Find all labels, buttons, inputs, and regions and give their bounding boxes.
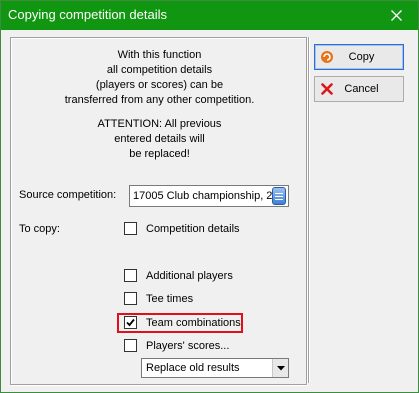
checkbox[interactable] xyxy=(124,339,137,352)
intro-line: With this function xyxy=(117,49,202,61)
dialog-client: With this function all competition detai… xyxy=(9,33,412,386)
window-title: Copying competition details xyxy=(8,7,167,22)
source-competition-value[interactable]: 17005 Club championship, 25. xyxy=(130,190,272,202)
option-tee-times[interactable]: Tee times xyxy=(124,292,193,305)
warning-text: ATTENTION: All previous entered details … xyxy=(11,117,308,162)
copy-swirl-icon xyxy=(320,50,334,64)
dialog-window: Copying competition details With this fu… xyxy=(0,0,419,393)
options-panel: With this function all competition detai… xyxy=(10,37,307,385)
intro-line: all competition details xyxy=(106,64,213,76)
warning-line: entered details will xyxy=(114,133,205,145)
checkbox[interactable] xyxy=(124,292,137,305)
cancel-button[interactable]: Cancel xyxy=(314,76,404,102)
option-label: Players' scores... xyxy=(146,339,230,352)
results-mode-select[interactable]: Replace old results xyxy=(141,358,289,378)
highlight-box xyxy=(117,313,243,333)
option-label: Tee times xyxy=(146,292,194,305)
option-additional-players[interactable]: Additional players xyxy=(124,269,233,282)
warning-line: be replaced! xyxy=(129,148,190,160)
vertical-divider xyxy=(308,37,310,383)
source-competition-field[interactable]: 17005 Club championship, 25. xyxy=(129,185,289,207)
cancel-button-label: Cancel xyxy=(344,83,379,95)
option-competition-details[interactable]: Competition details xyxy=(124,222,240,235)
option-players-scores[interactable]: Players' scores... xyxy=(124,339,229,352)
close-icon xyxy=(390,10,402,21)
warning-line: ATTENTION: All previous xyxy=(97,118,222,130)
source-competition-label: Source competition: xyxy=(19,189,117,201)
list-picker-icon[interactable] xyxy=(272,187,286,205)
checkbox[interactable] xyxy=(124,222,137,235)
red-x-icon xyxy=(320,82,334,96)
title-bar[interactable]: Copying competition details xyxy=(1,1,418,30)
intro-text: With this function all competition detai… xyxy=(11,48,308,108)
copy-button[interactable]: Copy xyxy=(314,44,404,70)
results-mode-value: Replace old results xyxy=(146,362,240,374)
option-label: Competition details xyxy=(146,222,240,235)
to-copy-label: To copy: xyxy=(19,223,60,235)
chevron-down-icon[interactable] xyxy=(272,359,288,377)
checkbox[interactable] xyxy=(124,269,137,282)
close-button[interactable] xyxy=(374,1,418,30)
intro-line: transferred from any other competition. xyxy=(64,94,255,106)
copy-button-label: Copy xyxy=(348,51,375,63)
intro-line: (players or scores) can be xyxy=(95,79,224,91)
option-label: Additional players xyxy=(146,269,233,282)
